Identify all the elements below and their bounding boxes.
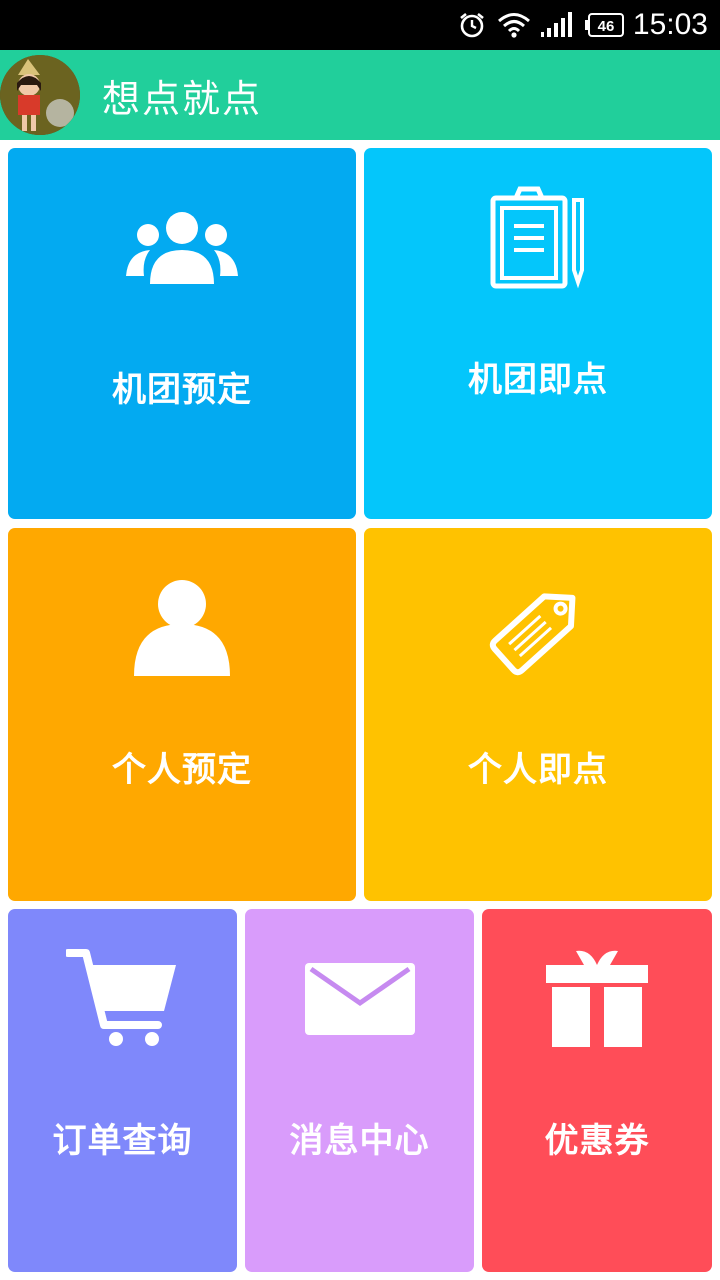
- signal-icon: [540, 12, 575, 38]
- tile-label: 优惠券: [544, 1121, 650, 1161]
- tile-label: 机团即点: [468, 360, 608, 400]
- clock: 15:03: [632, 8, 708, 41]
- tile-label: 订单查询: [52, 1121, 193, 1161]
- wifi-icon: [497, 11, 531, 39]
- alarm-icon: [457, 10, 487, 40]
- group-icon: [126, 210, 238, 288]
- tile-label: 个人预定: [112, 750, 252, 790]
- cart-icon: [64, 947, 178, 1051]
- tile-label: 机团预定: [112, 370, 252, 410]
- tile-group-instant[interactable]: 机团即点: [364, 148, 712, 519]
- tile-label: 个人即点: [468, 750, 608, 790]
- app-bar: 想点就点: [0, 50, 720, 140]
- tile-message-center[interactable]: 消息中心: [245, 909, 474, 1272]
- status-bar: 46 15:03: [0, 0, 720, 50]
- tile-personal-booking[interactable]: 个人预定: [8, 528, 356, 901]
- tile-label: 消息中心: [289, 1121, 430, 1161]
- tile-order-query[interactable]: 订单查询: [8, 909, 237, 1272]
- clipboard-icon: [490, 186, 586, 296]
- avatar[interactable]: [0, 55, 80, 135]
- tile-group-booking[interactable]: 机团预定: [8, 148, 356, 519]
- battery-icon: 46: [584, 13, 625, 37]
- envelope-icon: [305, 963, 415, 1039]
- tile-coupons[interactable]: 优惠券: [482, 909, 712, 1272]
- person-icon: [134, 578, 230, 682]
- battery-level: 46: [598, 18, 615, 35]
- tag-icon: [484, 574, 594, 686]
- tile-personal-instant[interactable]: 个人即点: [364, 528, 712, 901]
- app-title: 想点就点: [102, 76, 263, 121]
- gift-icon: [546, 947, 648, 1053]
